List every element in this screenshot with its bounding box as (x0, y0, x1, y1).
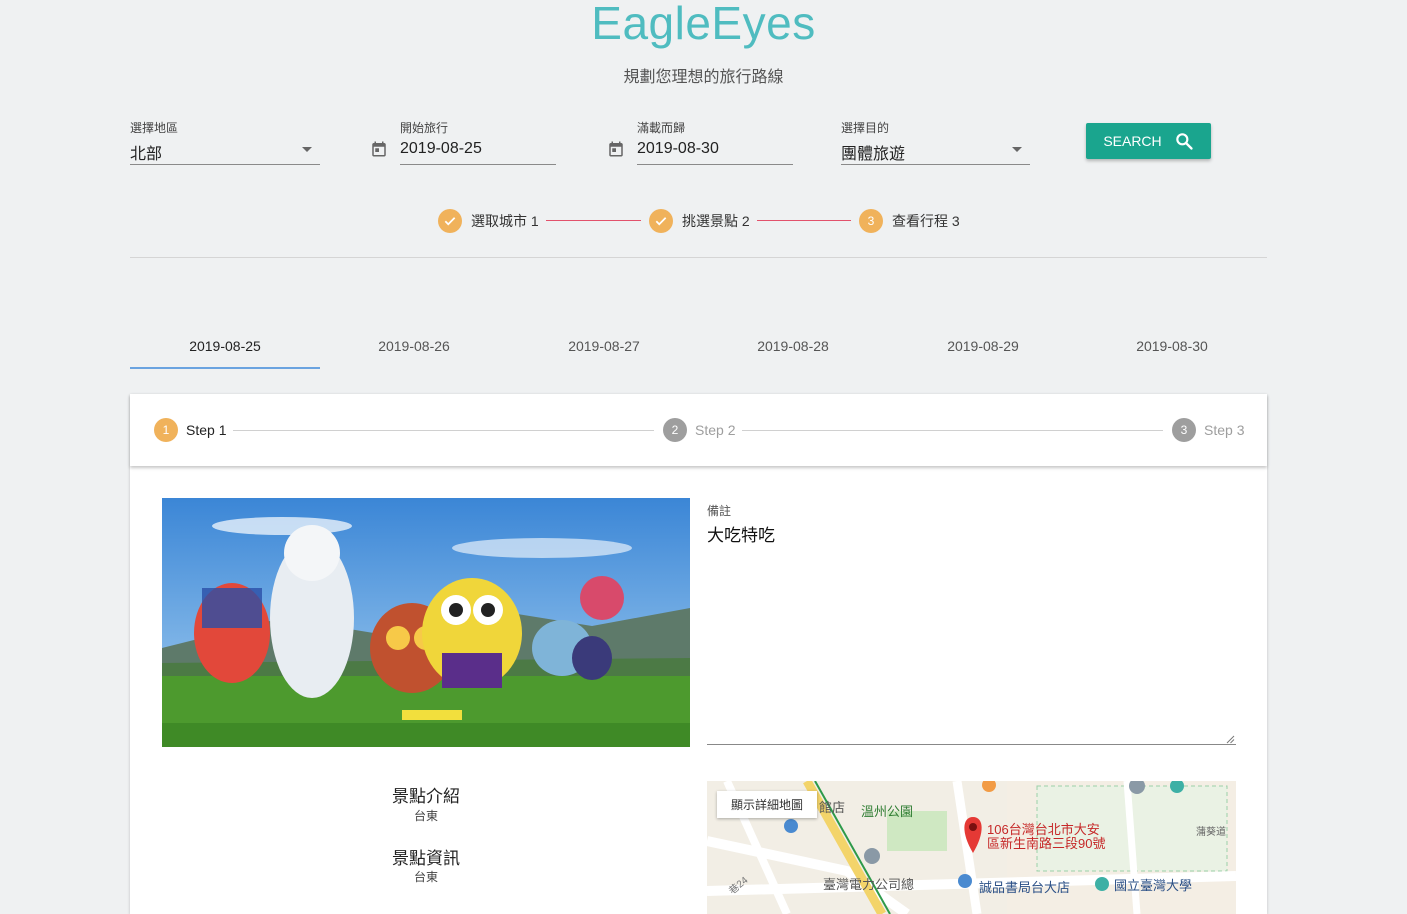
resize-handle-icon[interactable] (1226, 735, 1235, 744)
progress-step-label: 查看行程 3 (892, 213, 960, 229)
tab-date-6[interactable]: 2019-08-30 (1077, 338, 1267, 354)
search-button-label: SEARCH (1103, 133, 1162, 149)
tab-date-5[interactable]: 2019-08-29 (888, 338, 1078, 354)
progress-step-label: 選取城市 1 (471, 213, 539, 229)
active-tab-indicator (130, 367, 320, 369)
calendar-icon[interactable] (607, 140, 625, 158)
calendar-icon[interactable] (370, 140, 388, 158)
step-number-badge: 2 (663, 418, 687, 442)
map-label: 蒲葵道 (1196, 827, 1226, 838)
location-map[interactable]: 顯示詳細地圖 館店 溫州公園 106台灣台北市大安 區新生南路三段90號 臺灣電… (707, 781, 1236, 914)
map-label: 臺灣電力公司總 (823, 877, 915, 892)
check-icon (649, 209, 673, 233)
map-label: 國立臺灣大學 (1114, 878, 1193, 893)
progress-connector (757, 220, 851, 221)
section-divider (130, 257, 1267, 258)
map-label: 館店 (819, 800, 846, 815)
progress-connector (546, 220, 641, 221)
note-label: 備註 (707, 504, 732, 518)
progress-step-label: 挑選景點 2 (682, 213, 750, 229)
progress-step-1: 選取城市 1 (438, 209, 539, 233)
map-label: 溫州公園 (861, 804, 914, 819)
intro-heading: 景點介紹 (392, 787, 460, 806)
itinerary-step-label: Step 2 (695, 422, 736, 438)
step-number-badge: 3 (1172, 418, 1196, 442)
itinerary-step-1[interactable]: 1 Step 1 (154, 418, 226, 442)
step-number-badge: 1 (154, 418, 178, 442)
start-date-underline (400, 164, 556, 165)
tab-date-1[interactable]: 2019-08-25 (130, 338, 320, 354)
check-icon (438, 209, 462, 233)
purpose-value: 團體旅遊 (841, 146, 906, 163)
purpose-label: 選擇目的 (841, 121, 890, 135)
step-connector (233, 430, 654, 431)
app-title: EagleEyes (591, 0, 816, 49)
map-address-line: 106台灣台北市大安 (987, 822, 1100, 837)
map-label: 誠品書局台大店 (979, 880, 1071, 895)
end-date-underline (637, 164, 793, 165)
intro-value: 台東 (413, 809, 438, 823)
purpose-select[interactable]: 選擇目的 團體旅遊 (841, 119, 1030, 165)
show-detailed-map-button[interactable]: 顯示詳細地圖 (717, 791, 818, 818)
tab-date-4[interactable]: 2019-08-28 (698, 338, 888, 354)
search-icon (1175, 133, 1193, 150)
map-address: 106台灣台北市大安 區新生南路三段90號 (987, 823, 1105, 851)
itinerary-step-2[interactable]: 2 Step 2 (663, 418, 735, 442)
chevron-down-icon (1012, 147, 1022, 152)
purpose-underline (841, 164, 1030, 165)
app-subtitle: 規劃您理想的旅行路線 (623, 69, 784, 86)
end-date-label: 滿載而歸 (637, 121, 686, 135)
start-date-field[interactable]: 開始旅行 2019-08-25 (400, 119, 556, 165)
details-value: 台東 (413, 870, 438, 884)
region-value: 北部 (130, 146, 163, 163)
progress-step-2: 挑選景點 2 (649, 209, 750, 233)
map-address-line: 區新生南路三段90號 (987, 836, 1106, 851)
step-number-badge: 3 (859, 209, 883, 233)
tab-date-2[interactable]: 2019-08-26 (319, 338, 509, 354)
note-underline (707, 744, 1236, 745)
itinerary-card: 1 Step 1 2 Step 2 3 Step 3 備註 大吃特吃 景點介紹 … (130, 394, 1267, 914)
tab-date-3[interactable]: 2019-08-27 (509, 338, 699, 354)
start-date-value: 2019-08-25 (400, 140, 482, 157)
itinerary-step-label: Step 3 (1204, 422, 1245, 438)
attraction-photo (162, 498, 690, 747)
end-date-field[interactable]: 滿載而歸 2019-08-30 (637, 119, 793, 165)
details-heading: 景點資訊 (392, 849, 460, 868)
region-underline (130, 164, 320, 165)
search-button[interactable]: SEARCH (1086, 123, 1211, 159)
note-textarea[interactable]: 大吃特吃 (707, 521, 775, 546)
chevron-down-icon (302, 147, 312, 152)
itinerary-stepper: 1 Step 1 2 Step 2 3 Step 3 (130, 394, 1267, 466)
end-date-value: 2019-08-30 (637, 140, 719, 157)
itinerary-step-3[interactable]: 3 Step 3 (1172, 418, 1244, 442)
start-date-label: 開始旅行 (400, 121, 449, 135)
region-select[interactable]: 選擇地區 北部 (130, 119, 320, 165)
itinerary-step-label: Step 1 (186, 422, 227, 438)
region-label: 選擇地區 (130, 121, 179, 135)
progress-step-3: 3 查看行程 3 (859, 209, 960, 233)
step-connector (742, 430, 1163, 431)
